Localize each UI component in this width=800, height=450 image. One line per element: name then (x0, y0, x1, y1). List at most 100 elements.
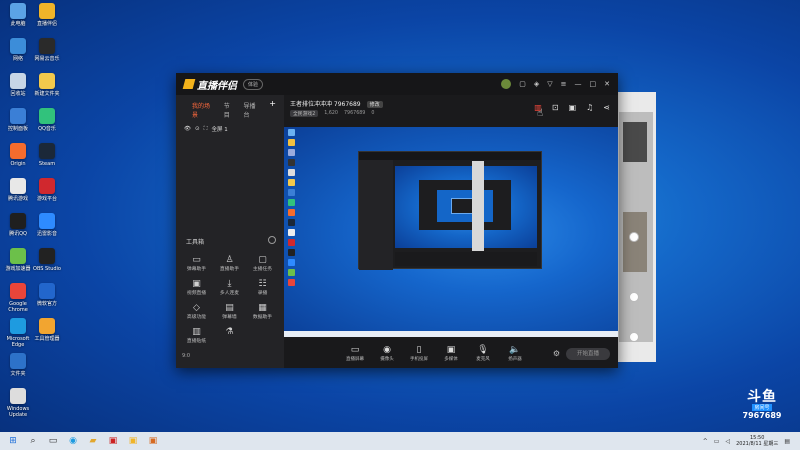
background-window-button[interactable] (629, 232, 639, 242)
app-icon[interactable]: ▣ (126, 434, 140, 448)
desktop-icon[interactable]: 新建文件夹 (32, 73, 62, 97)
settings-gear-icon[interactable]: ⚙ (553, 349, 560, 358)
lock-icon[interactable]: ⊡ (552, 103, 559, 112)
room-title: 王者排位冲冲冲 7967689 (290, 101, 361, 108)
app-icon (39, 178, 55, 194)
source-button[interactable]: ◉ 摄像头 (376, 345, 398, 362)
bell-icon[interactable]: ♫ (586, 103, 593, 112)
search-icon[interactable]: ⌕ (26, 434, 40, 448)
room-meta: 全民游戏2 1,620 7967689 0 (290, 110, 374, 117)
app-icon[interactable]: ▣ (106, 434, 120, 448)
main-panel: 王者排位冲冲冲 7967689 修改 全民游戏2 1,620 7967689 0… (284, 95, 618, 368)
tool-icon: ☷ (258, 279, 267, 289)
desktop-icon[interactable]: QQ音乐 (32, 108, 62, 132)
start-live-button[interactable]: 开始直播 (566, 348, 610, 360)
maximize-icon[interactable]: □ (590, 80, 597, 88)
desktop-icon[interactable]: 工具管理器 (32, 318, 62, 342)
desktop-icon[interactable]: 游戏加速器 (3, 248, 33, 272)
category-tag[interactable]: 全民游戏2 (290, 110, 319, 117)
qq-icon (10, 213, 26, 229)
desktop-icon[interactable]: Windows Update (3, 388, 33, 418)
tool-item[interactable]: ▣ 视频直播 (180, 279, 213, 297)
menu-icon[interactable]: ≡ (561, 80, 567, 88)
desktop-icon[interactable]: 微软官方 (32, 283, 62, 307)
gift-icon[interactable]: ◈ (534, 80, 539, 88)
tool-item[interactable]: ▦ 数据助手 (246, 303, 279, 321)
mouse-cursor-icon: ☝ (537, 108, 544, 119)
stream-preview[interactable] (284, 127, 618, 337)
tool-icon: ▥ (192, 327, 201, 337)
task-view-icon[interactable]: ▭ (46, 434, 60, 448)
tool-icon: ⚗ (225, 327, 234, 337)
scene-item[interactable]: 👁 ⊙ ⛶ 全屏 1 (176, 123, 284, 135)
desktop-icon[interactable]: OBS Studio (32, 248, 62, 272)
desktop-icon[interactable]: Origin (3, 143, 33, 167)
tool-item[interactable]: ◇ 高级功能 (180, 303, 213, 321)
camera-icon: ◉ (383, 345, 391, 355)
tab-director[interactable]: 导播台 (244, 101, 262, 119)
background-window[interactable] (614, 92, 656, 362)
volume-icon[interactable]: ◁ (725, 438, 730, 445)
desktop-icon[interactable]: 直播伴侣 (32, 3, 62, 27)
tool-grid: ▭ 弹幕助手 ♙ 直播助手 ▢ 主播任务 ▣ 视频直播 ⤓ 多人连麦 ☷ 录播 ◇ 高级功能 … (180, 255, 280, 345)
desktop-icon[interactable]: 游戏平台 (32, 178, 62, 202)
tool-item[interactable]: ☷ 录播 (246, 279, 279, 297)
douyu-logo-text: 斗鱼 (747, 389, 777, 405)
source-button[interactable]: 🎙 麦克风 (472, 345, 494, 362)
desktop-icon[interactable]: 迅雷影音 (32, 213, 62, 237)
chevron-up-icon[interactable]: ^ (703, 438, 708, 445)
clock[interactable]: 15:50 2021/8/11 星期三 (736, 435, 778, 447)
network-icon[interactable]: ▭ (714, 438, 720, 445)
app-icon (39, 283, 55, 299)
desktop-icon[interactable]: 回收站 (3, 73, 33, 97)
background-window-button[interactable] (629, 292, 639, 302)
tab-program[interactable]: 节目 (224, 101, 236, 119)
source-button[interactable]: 🔈 扬声器 (504, 345, 526, 362)
tool-item[interactable]: ▭ 弹幕助手 (180, 255, 213, 273)
explorer-icon[interactable]: ▰ (86, 434, 100, 448)
tool-item[interactable]: ▤ 弹幕墙 (213, 303, 246, 321)
desktop-icon[interactable]: 腾讯QQ (3, 213, 33, 237)
background-window-button[interactable] (629, 332, 639, 342)
desktop-icon[interactable]: 网易云音乐 (32, 38, 62, 62)
source-button[interactable]: ▯ 手机投屏 (408, 345, 430, 362)
avatar[interactable] (501, 79, 512, 89)
desktop-icon[interactable]: 网络 (3, 38, 33, 62)
network-icon (10, 38, 26, 54)
app-icon (39, 318, 55, 334)
minimize-icon[interactable]: — (575, 80, 582, 88)
close-icon[interactable]: ✕ (604, 80, 610, 88)
edit-title-button[interactable]: 修改 (366, 101, 383, 108)
desktop-icon[interactable]: 文件夹 (3, 353, 33, 377)
folder-icon (39, 73, 55, 89)
source-button[interactable]: ▣ 多媒体 (440, 345, 462, 362)
tools-toggle[interactable] (268, 236, 276, 244)
tab-my-scenes[interactable]: 我的场景 (192, 101, 216, 119)
tool-item[interactable]: ▥ 直播贴纸 (180, 327, 213, 345)
desktop-icon[interactable]: 腾讯游戏 (3, 178, 33, 202)
preview-taskbar (284, 331, 618, 337)
share-icon[interactable]: ⋖ (603, 103, 610, 112)
desktop-icon[interactable]: 控制面板 (3, 108, 33, 132)
tool-item[interactable]: ⤓ 多人连麦 (213, 279, 246, 297)
app-icon[interactable]: ▣ (146, 434, 160, 448)
start-icon[interactable]: ⊞ (6, 434, 20, 448)
tool-item[interactable]: ▢ 主播任务 (246, 255, 279, 273)
notification-icon[interactable]: ▤ (784, 438, 790, 445)
tool-item[interactable]: ♙ 直播助手 (213, 255, 246, 273)
shirt-icon[interactable]: ▽ (547, 80, 552, 88)
desktop-icon[interactable]: Google Chrome (3, 283, 33, 313)
add-scene-icon[interactable]: + (269, 100, 276, 119)
eye-icon[interactable]: 👁 (184, 126, 191, 132)
lock-icon[interactable]: ⊙ (195, 126, 200, 132)
edge-icon[interactable]: ◉ (66, 434, 80, 448)
preview-desktop-icons (286, 129, 310, 289)
app-icon (10, 248, 26, 264)
tool-item[interactable]: ⚗ (213, 327, 246, 345)
source-button[interactable]: ▭ 直播屏幕 (344, 345, 366, 362)
desktop-icon[interactable]: Microsoft Edge (3, 318, 33, 348)
desktop-icon[interactable]: Steam (32, 143, 62, 167)
layout-icon[interactable]: ▣ (569, 103, 577, 112)
message-icon[interactable]: ▢ (519, 80, 526, 88)
desktop-icon[interactable]: 此电脑 (3, 3, 33, 27)
